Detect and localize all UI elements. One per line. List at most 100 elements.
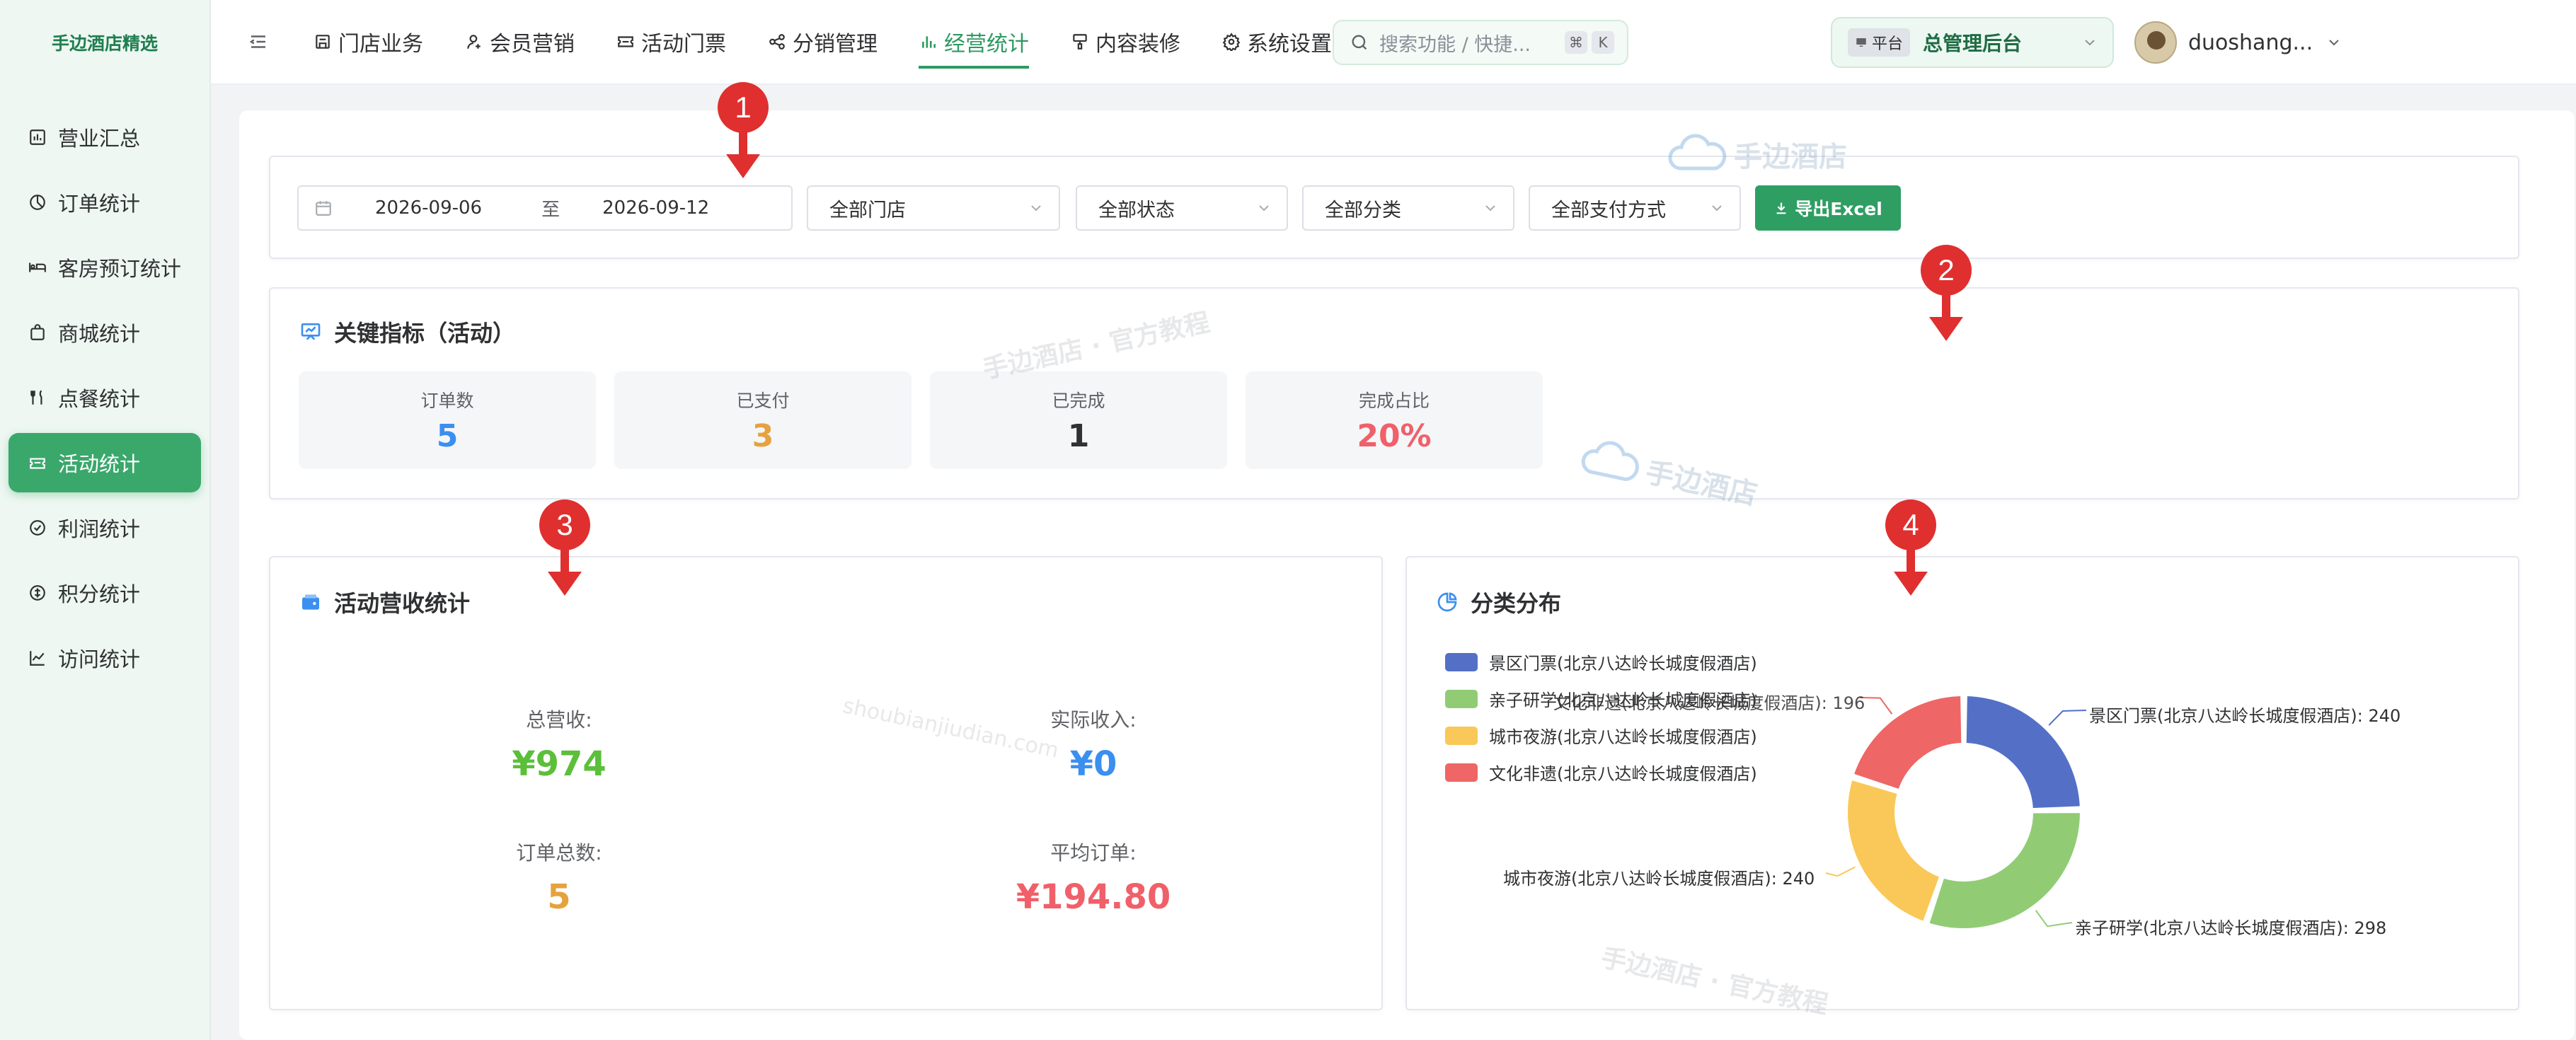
annotation-marker-1: 1 <box>715 79 771 178</box>
presentation-icon <box>299 320 323 344</box>
collapse-sidebar-icon[interactable] <box>246 30 270 54</box>
brush-icon <box>1070 32 1090 52</box>
download-icon <box>1773 200 1789 216</box>
chevron-down-icon <box>2081 34 2098 54</box>
platform-tag: 平台 <box>1848 28 1911 57</box>
kpi-title-text: 关键指标（活动） <box>334 320 516 347</box>
nav-item-label: 分销管理 <box>793 32 878 57</box>
sidebar-item-label: 活动统计 <box>58 452 141 476</box>
legend-swatch <box>1445 652 1478 671</box>
store-select[interactable]: 全部门店 <box>807 185 1060 231</box>
nav-item-system-settings[interactable]: 系统设置 <box>1221 0 1332 84</box>
search-input[interactable]: 搜索功能 / 快捷... ⌘ K <box>1333 20 1628 65</box>
sidebar-item-profit-stats[interactable]: 利润统计 <box>8 498 201 557</box>
payment-select-value: 全部支付方式 <box>1551 199 1666 221</box>
nav-item-label: 门店业务 <box>338 32 423 57</box>
sidebar-item-points-stats[interactable]: 积分统计 <box>8 563 201 623</box>
nav-item-business-stats[interactable]: 经营统计 <box>919 0 1029 84</box>
sidebar-item-visit-stats[interactable]: 访问统计 <box>8 628 201 688</box>
platform-tag-label: 平台 <box>1872 35 1904 53</box>
annotation-marker-4: 4 <box>1882 497 1939 596</box>
date-end[interactable]: 2026-09-12 <box>602 197 709 219</box>
nav-item-label: 内容装修 <box>1096 32 1180 57</box>
pie-chart-icon <box>1435 590 1459 614</box>
legend-item-cultural-heritage[interactable]: 文化非遗(北京八达岭长城度假酒店) <box>1445 760 1757 785</box>
user-menu[interactable]: duoshang... <box>2134 20 2342 65</box>
kpi-label: 订单数 <box>420 391 474 411</box>
slice-label-cultural-heritage: 文化非遗(北京八达岭长城度假酒店): 196 <box>1553 693 1865 713</box>
sidebar-item-revenue-summary[interactable]: 营业汇总 <box>8 108 201 167</box>
sidebar-item-label: 订单统计 <box>58 192 141 216</box>
platform-switcher[interactable]: 平台 总管理后台 <box>1831 17 2114 68</box>
marker-number: 3 <box>556 508 573 541</box>
payment-select[interactable]: 全部支付方式 <box>1529 185 1741 231</box>
revenue-card-title: 活动营收统计 <box>299 586 470 618</box>
coin-icon <box>27 582 48 603</box>
store-icon <box>313 32 333 52</box>
sidebar-item-label: 点餐统计 <box>58 387 141 411</box>
nav-item-activity-tickets[interactable]: 活动门票 <box>616 0 726 84</box>
share-icon <box>767 32 787 52</box>
chevron-down-icon <box>1028 200 1045 216</box>
nav-item-distribution[interactable]: 分销管理 <box>767 0 878 84</box>
bar-chart-icon <box>27 127 48 148</box>
stat-order-total: 订单总数: 5 <box>418 838 701 917</box>
user-icon <box>464 32 484 52</box>
sidebar-menu: 营业汇总 订单统计 客房预订统计 商城统计 点餐统计 活动统计 利润统计 积分统… <box>0 85 209 688</box>
annotation-marker-3: 3 <box>536 497 593 596</box>
marker-number: 4 <box>1902 508 1919 541</box>
legend-item-scenic-tickets[interactable]: 景区门票(北京八达岭长城度假酒店) <box>1445 649 1757 674</box>
stat-label: 总营收: <box>526 708 592 732</box>
search-placeholder: 搜索功能 / 快捷... <box>1379 33 1531 56</box>
kpi-card-title: 关键指标（活动） <box>299 316 515 348</box>
shortcut-key-cmd: ⌘ <box>1565 31 1587 54</box>
nav-item-content-decoration[interactable]: 内容装修 <box>1070 0 1180 84</box>
kpi-label: 已支付 <box>736 391 790 411</box>
nav-item-label: 会员营销 <box>490 32 575 57</box>
date-start[interactable]: 2026-09-06 <box>375 197 482 219</box>
pie-chart-icon <box>27 192 48 213</box>
kpi-label: 完成占比 <box>1358 391 1430 411</box>
sidebar-item-room-booking-stats[interactable]: 客房预订统计 <box>8 238 201 297</box>
export-excel-button[interactable]: 导出Excel <box>1755 185 1901 231</box>
nav-item-label: 活动门票 <box>641 32 726 57</box>
chevron-down-icon <box>1255 200 1272 216</box>
kpi-label: 已完成 <box>1052 391 1105 411</box>
kpi-paid: 已支付 3 <box>614 371 912 469</box>
kpi-completion-rate: 完成占比 20% <box>1246 371 1543 469</box>
chevron-down-icon <box>2325 34 2342 51</box>
slice-label-parent-child-study: 亲子研学(北京八达岭长城度假酒店): 298 <box>2075 918 2387 938</box>
store-select-value: 全部门店 <box>829 199 906 221</box>
stat-label: 订单总数: <box>516 841 602 865</box>
legend-label: 文化非遗(北京八达岭长城度假酒店) <box>1489 764 1757 784</box>
sidebar-item-mall-stats[interactable]: 商城统计 <box>8 303 201 362</box>
marker-number: 2 <box>1938 253 1954 287</box>
export-excel-label: 导出Excel <box>1795 199 1882 219</box>
ticket-icon <box>27 452 48 473</box>
shortcut-key-k: K <box>1592 31 1614 54</box>
wallet-icon <box>299 590 323 614</box>
sidebar-item-label: 利润统计 <box>58 517 141 541</box>
watermark-logo-text: 手边酒店 <box>1734 141 1847 173</box>
nav-item-label: 系统设置 <box>1247 32 1332 57</box>
stat-value: ¥974 <box>512 744 606 784</box>
date-range-picker[interactable]: 2026-09-06 至 2026-09-12 <box>297 185 793 231</box>
topbar: 门店业务 会员营销 活动门票 分销管理 经营统计 内容装修 系统设置 搜索功能 … <box>211 0 2576 85</box>
marker-number: 1 <box>735 91 751 124</box>
nav-item-store-business[interactable]: 门店业务 <box>313 0 423 84</box>
sidebar-item-order-stats[interactable]: 订单统计 <box>8 173 201 232</box>
stats-icon <box>919 32 938 52</box>
legend-label: 景区门票(北京八达岭长城度假酒店) <box>1489 654 1757 674</box>
kpi-completed: 已完成 1 <box>930 371 1227 469</box>
legend-item-city-night-tour[interactable]: 城市夜游(北京八达岭长城度假酒店) <box>1445 723 1757 748</box>
sidebar-item-label: 访问统计 <box>58 647 141 671</box>
status-select[interactable]: 全部状态 <box>1076 185 1288 231</box>
category-select[interactable]: 全部分类 <box>1302 185 1514 231</box>
sidebar-item-dining-stats[interactable]: 点餐统计 <box>8 368 201 427</box>
bed-icon <box>27 257 48 278</box>
sidebar-item-activity-stats[interactable]: 活动统计 <box>8 433 201 492</box>
nav-item-label: 经营统计 <box>944 32 1029 57</box>
status-select-value: 全部状态 <box>1098 199 1175 221</box>
nav-item-member-marketing[interactable]: 会员营销 <box>464 0 575 84</box>
watermark-logo: 手边酒店 <box>1666 133 1847 175</box>
